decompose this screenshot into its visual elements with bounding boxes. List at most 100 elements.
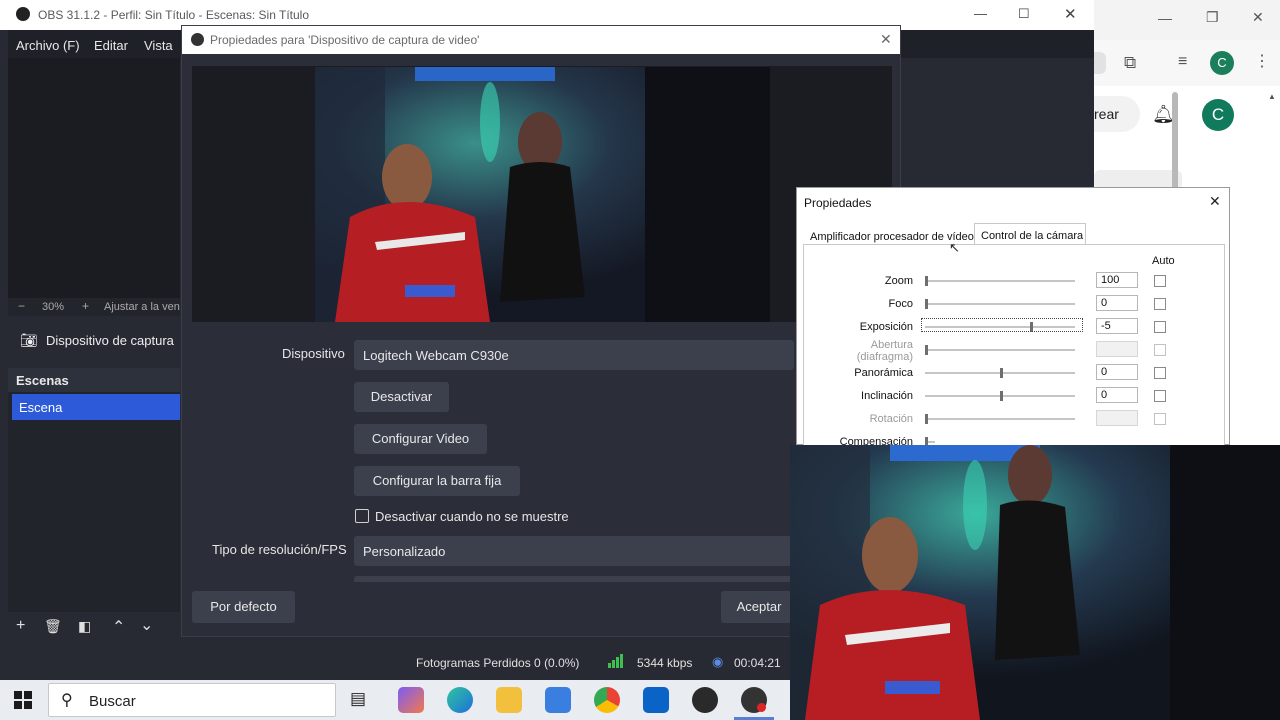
slider-thumb	[925, 345, 928, 355]
auto-checkbox[interactable]	[1154, 298, 1166, 310]
scene-item-label: Escena	[19, 400, 63, 415]
windows-start-icon[interactable]	[14, 691, 32, 709]
slider-thumb	[925, 414, 928, 424]
auto-checkbox	[1154, 413, 1166, 425]
close-icon[interactable]: ✕	[1209, 193, 1221, 210]
tab-camera-control-label: Control de la cámara	[981, 230, 1084, 242]
zoom-in-button[interactable]: +	[82, 299, 89, 313]
configure-video-button[interactable]: Configurar Video	[354, 424, 487, 454]
source-toolbar: 📷︎ Dispositivo de captura	[8, 322, 180, 360]
file-explorer-icon[interactable]	[496, 687, 522, 713]
deactivate-button[interactable]: Desactivar	[354, 382, 449, 412]
menu-vista[interactable]: Vista	[144, 38, 173, 53]
resolution-select[interactable]: Personalizado	[354, 536, 794, 566]
slider-thumb[interactable]	[925, 276, 928, 286]
stream-time: 00:04:21	[734, 656, 781, 670]
zoom-level: 30%	[42, 301, 65, 313]
menu-editar[interactable]: Editar	[94, 38, 128, 53]
bitrate: 5344 kbps	[637, 656, 693, 670]
trash-icon[interactable]: 🗑︎	[44, 618, 62, 635]
move-up-icon[interactable]: ⌃	[112, 617, 125, 637]
move-down-icon[interactable]: ⌄	[140, 615, 153, 635]
control-value-box[interactable]: 0	[1096, 387, 1138, 403]
outlook-icon[interactable]	[643, 687, 669, 713]
taskbar-search[interactable]: ⚲ Buscar	[48, 683, 336, 717]
add-scene-icon[interactable]: +	[16, 617, 25, 635]
scroll-up-icon[interactable]: ▲	[1268, 92, 1276, 101]
next-field-edge	[354, 576, 794, 582]
control-label: Zoom	[884, 275, 913, 287]
slider-thumb[interactable]	[1000, 391, 1003, 401]
browser-tabstrip: — ❐ ✕	[1094, 0, 1280, 40]
filter-icon[interactable]: ◧	[78, 618, 91, 635]
control-value-box[interactable]: 0	[1096, 364, 1138, 380]
camera-preview	[315, 67, 770, 322]
camera-feed	[790, 445, 1280, 720]
source-name: Dispositivo de captura	[46, 333, 174, 348]
hide-checkbox[interactable]	[355, 509, 369, 523]
obs-logo-icon	[191, 33, 204, 46]
resolution-label: Tipo de resolución/FPS	[212, 542, 347, 557]
tab-camera-control[interactable]: Control de la cámara	[974, 223, 1086, 246]
page-action-label: rear	[1094, 106, 1119, 122]
profile-avatar[interactable]: C	[1210, 51, 1234, 75]
control-value-box[interactable]: 0	[1096, 295, 1138, 311]
auto-checkbox[interactable]	[1154, 321, 1166, 333]
menu-archivo[interactable]: Archivo (F)	[16, 38, 80, 53]
scene-item[interactable]: Escena	[12, 394, 180, 420]
chrome-icon[interactable]	[594, 687, 620, 713]
search-icon: ⚲	[61, 692, 73, 709]
extensions-icon[interactable]: ⧉	[1124, 53, 1136, 73]
window-title: Propiedades	[804, 196, 872, 210]
copilot-icon[interactable]	[398, 687, 424, 713]
configure-crossbar-button[interactable]: Configurar la barra fija	[354, 466, 520, 496]
auto-checkbox[interactable]	[1154, 275, 1166, 287]
task-view-icon[interactable]: ▤	[350, 689, 366, 709]
control-value-box[interactable]: -5	[1096, 318, 1138, 334]
edge-icon[interactable]	[447, 687, 473, 713]
control-slider[interactable]	[925, 280, 1075, 282]
recording-badge	[757, 703, 766, 712]
zoom-fit-button[interactable]: Ajustar a la ven	[104, 301, 180, 313]
media-control-icon[interactable]: ≡	[1178, 53, 1187, 71]
store-icon[interactable]	[545, 687, 571, 713]
address-bar-edge[interactable]	[1094, 52, 1106, 74]
resolution-value: Personalizado	[363, 544, 446, 559]
control-slider	[925, 418, 1075, 420]
device-select[interactable]: Logitech Webcam C930e	[354, 340, 794, 370]
minimize-icon[interactable]: —	[974, 6, 987, 21]
control-label: Foco	[888, 298, 913, 310]
auto-checkbox[interactable]	[1154, 390, 1166, 402]
maximize-icon[interactable]: ☐	[1018, 6, 1030, 22]
scenes-title: Escenas	[16, 373, 69, 388]
obs-preview-area[interactable]	[8, 58, 180, 298]
app-icon[interactable]	[692, 687, 718, 713]
account-avatar[interactable]: C	[1202, 99, 1234, 131]
control-value-box	[1096, 410, 1138, 426]
mouse-cursor-icon: ↖	[949, 240, 960, 255]
dialog-title: Propiedades para 'Dispositivo de captura…	[210, 33, 480, 47]
zoom-out-button[interactable]: −	[18, 299, 25, 313]
control-label: Exposición	[859, 321, 913, 333]
slider-thumb[interactable]	[1000, 368, 1003, 378]
zoom-bar: − 30% + Ajustar a la ven	[8, 298, 180, 316]
close-icon[interactable]: ✕	[880, 31, 892, 48]
slider-thumb[interactable]	[925, 299, 928, 309]
minimize-icon[interactable]: —	[1158, 10, 1172, 26]
auto-checkbox	[1154, 344, 1166, 356]
control-slider[interactable]	[925, 303, 1075, 305]
accept-button[interactable]: Aceptar	[721, 591, 797, 623]
restore-icon[interactable]: ❐	[1206, 9, 1219, 26]
close-icon[interactable]: ✕	[1064, 5, 1077, 23]
control-value-box	[1096, 341, 1138, 357]
control-label: Panorámica	[854, 367, 913, 379]
defaults-button[interactable]: Por defecto	[192, 591, 295, 623]
more-menu-icon[interactable]: ⋮	[1254, 51, 1270, 71]
device-label: Dispositivo	[282, 346, 345, 361]
auto-checkbox[interactable]	[1154, 367, 1166, 379]
taskbar: ⚲ Buscar ▤	[0, 680, 790, 720]
page-action-button[interactable]: rear	[1094, 96, 1140, 132]
close-icon[interactable]: ✕	[1252, 9, 1264, 26]
control-value-box[interactable]: 100	[1096, 272, 1138, 288]
slider-focus-box	[921, 318, 1083, 332]
